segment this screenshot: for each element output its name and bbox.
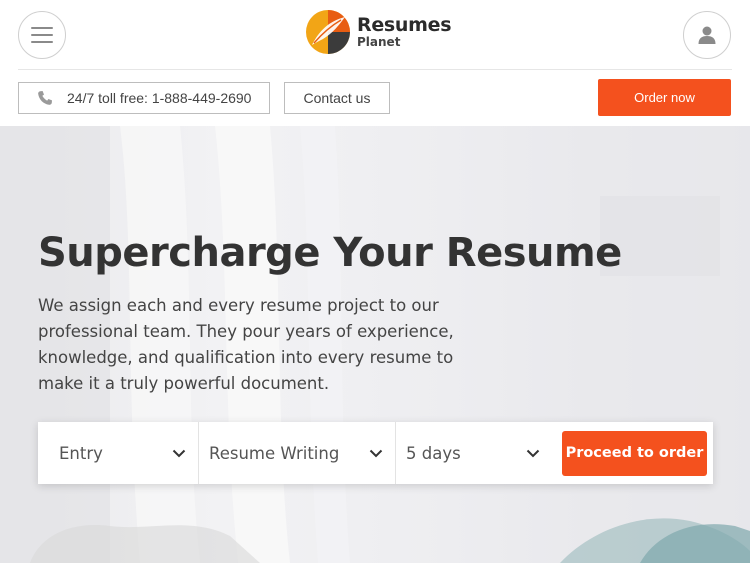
hero-title: Supercharge Your Resume [38, 230, 622, 276]
service-type-value: Resume Writing [209, 443, 340, 463]
phone-link[interactable]: 24/7 toll free: 1-888-449-2690 [18, 82, 270, 114]
quick-order-form: Entry Resume Writing 5 days Proceed to o… [38, 422, 713, 484]
phone-number: 24/7 toll free: 1-888-449-2690 [67, 90, 252, 106]
academic-level-select[interactable]: Entry [38, 422, 199, 484]
chevron-down-icon [172, 449, 186, 457]
hero-section: Supercharge Your Resume We assign each a… [0, 126, 750, 563]
logo-subtitle: Planet [357, 35, 401, 49]
logo-name: Resumes [357, 14, 452, 36]
menu-button[interactable] [18, 11, 66, 59]
top-header: Resumes Planet [0, 0, 750, 70]
service-type-select[interactable]: Resume Writing [199, 422, 396, 484]
action-bar: 24/7 toll free: 1-888-449-2690 Contact u… [0, 70, 750, 126]
proceed-to-order-button[interactable]: Proceed to order [562, 430, 707, 476]
logo-planet-icon [306, 10, 350, 54]
user-icon [698, 26, 716, 44]
phone-icon [38, 91, 52, 105]
deadline-select[interactable]: 5 days [396, 422, 552, 484]
chevron-down-icon [526, 449, 540, 457]
deadline-value: 5 days [406, 443, 461, 463]
hamburger-menu-icon [31, 27, 53, 43]
hero-description: We assign each and every resume project … [38, 296, 454, 393]
contact-us-button[interactable]: Contact us [284, 82, 390, 114]
logo[interactable]: Resumes Planet [305, 7, 452, 57]
account-button[interactable] [683, 11, 731, 59]
academic-level-value: Entry [59, 443, 103, 463]
order-now-button[interactable]: Order now [598, 79, 731, 116]
chevron-down-icon [369, 449, 383, 457]
